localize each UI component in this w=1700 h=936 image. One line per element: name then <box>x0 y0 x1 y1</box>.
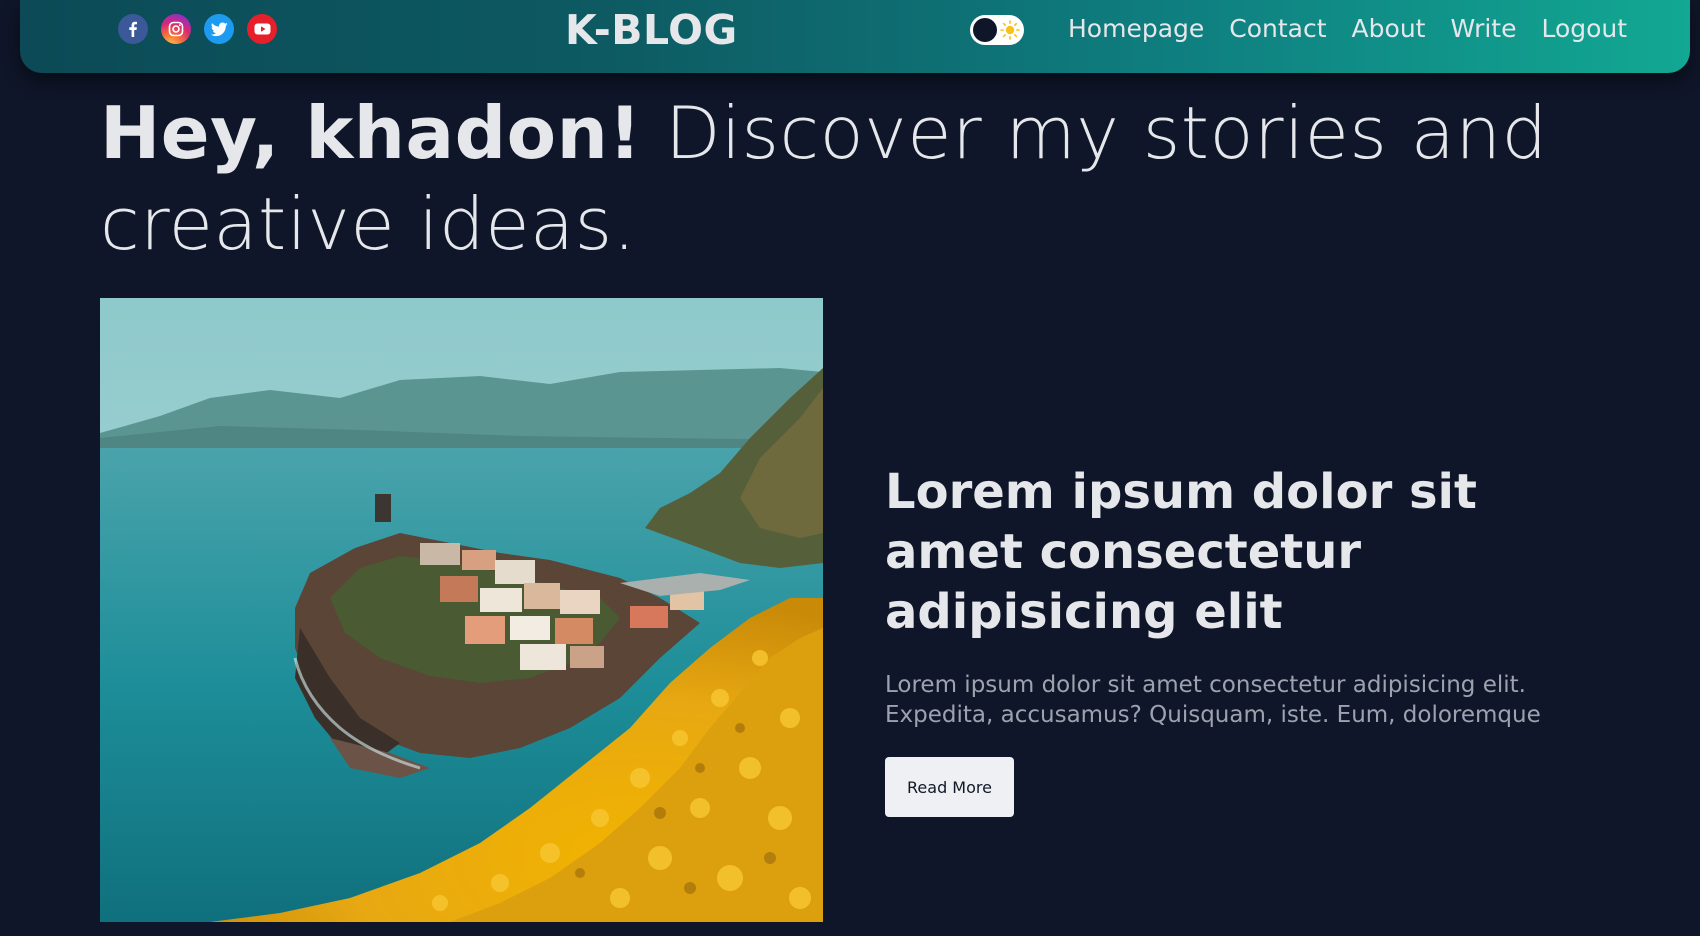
post-description: Lorem ipsum dolor sit amet consectetur a… <box>885 672 1541 728</box>
site-logo[interactable]: K-BLOG <box>565 6 738 54</box>
nav-homepage[interactable]: Homepage <box>1068 13 1204 45</box>
main-nav: Homepage Contact About Write Logout <box>1068 13 1627 45</box>
instagram-icon[interactable] <box>161 14 191 44</box>
nav-contact[interactable]: Contact <box>1229 13 1326 45</box>
hero-heading: Hey, khadon! Discover my stories and cre… <box>100 88 1580 270</box>
post-content: Lorem ipsum dolor sit amet consectetur a… <box>885 462 1605 817</box>
post-title[interactable]: Lorem ipsum dolor sit amet consectetur a… <box>885 462 1605 642</box>
hero-greeting: Hey, khadon! <box>100 91 642 175</box>
nav-logout[interactable]: Logout <box>1541 13 1627 45</box>
nav-about[interactable]: About <box>1352 13 1426 45</box>
youtube-icon[interactable] <box>247 14 277 44</box>
post-image[interactable] <box>100 298 823 922</box>
coastal-village-photo <box>100 298 823 922</box>
navbar: K-BLOG Homepage Contact About Write Logo… <box>20 0 1690 73</box>
nav-write[interactable]: Write <box>1450 13 1516 45</box>
social-links <box>118 14 277 44</box>
read-more-button[interactable]: Read More <box>885 757 1014 817</box>
twitter-icon[interactable] <box>204 14 234 44</box>
facebook-icon[interactable] <box>118 14 148 44</box>
theme-toggle[interactable] <box>970 15 1024 45</box>
sun-icon <box>1000 20 1020 40</box>
toggle-knob <box>973 18 997 42</box>
